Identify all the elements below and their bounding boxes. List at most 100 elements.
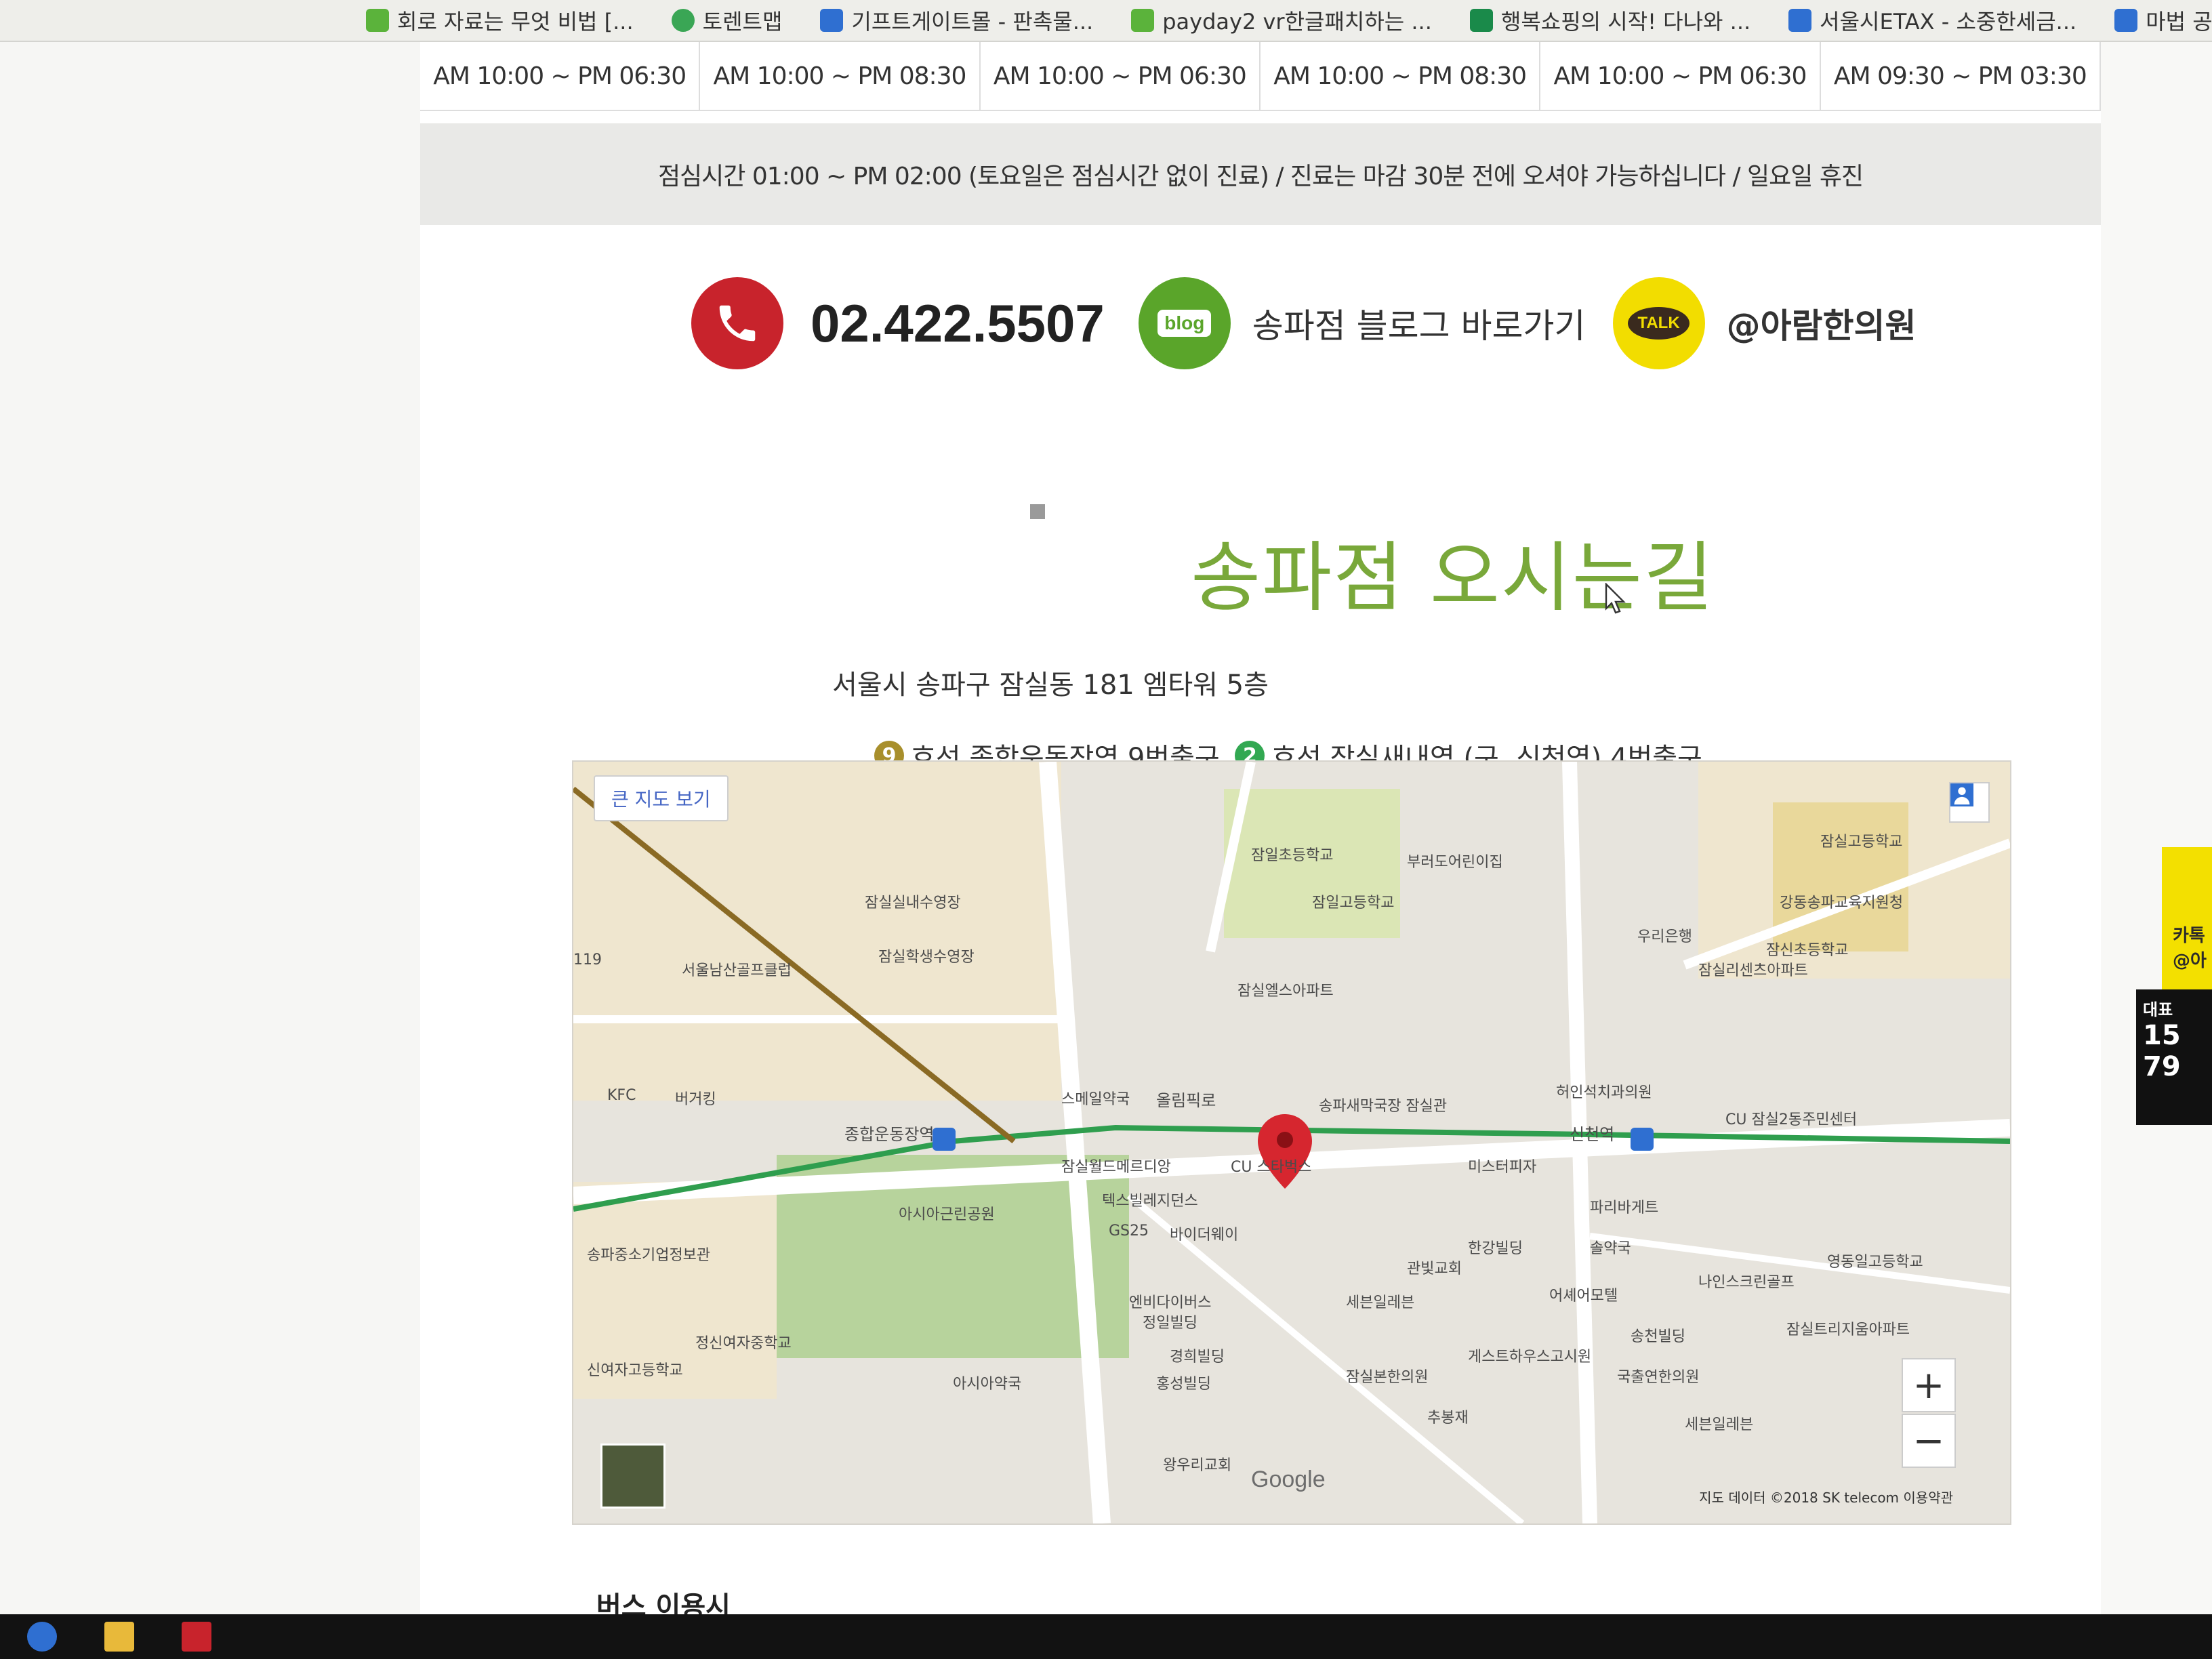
map-label: 잠실실내수영장 — [865, 895, 961, 912]
bookmark-item[interactable]: 회로 자료는 무엇 비법 [... — [366, 5, 634, 36]
map-label: 신천역 — [1570, 1125, 1615, 1144]
zoom-out-button[interactable]: − — [1902, 1414, 1956, 1468]
bookmark-item[interactable]: payday2 vr한글패치하는 ... — [1131, 5, 1432, 36]
map-label: 잠실본한의원 — [1346, 1369, 1429, 1386]
map-label: 경희빌딩 — [1170, 1349, 1225, 1366]
file-explorer-icon[interactable] — [104, 1622, 134, 1652]
map-label: 아시아근린공원 — [899, 1206, 995, 1223]
windows-taskbar — [0, 1614, 2212, 1659]
bookmark-icon — [366, 9, 389, 32]
hours-cell: AM 10:00 ~ PM 06:30 — [1540, 42, 1821, 110]
bookmarks-bar: 회로 자료는 무엇 비법 [... 토렌트맵 기프트게이트몰 - 판촉물... … — [0, 0, 2212, 42]
hours-cell: AM 10:00 ~ PM 06:30 — [981, 42, 1261, 110]
map-label: 119 — [573, 951, 602, 968]
map-label: 왕우리교회 — [1163, 1457, 1232, 1474]
page-left-margin — [0, 42, 420, 1614]
map-label: 한강빌딩 — [1468, 1240, 1523, 1257]
map-label: 잠일초등학교 — [1251, 847, 1334, 864]
bookmark-icon — [671, 9, 695, 32]
bookmark-label: 기프트게이트몰 - 판촉물... — [851, 9, 1094, 35]
bookmark-label: 마법 공 — [2146, 9, 2212, 35]
kakao-side-widget[interactable]: 카톡 @아 — [2162, 847, 2212, 989]
bookmark-item[interactable]: 서울시ETAX - 소중한세금... — [1788, 5, 2076, 36]
talk-badge: TALK — [1628, 307, 1689, 340]
app-taskbar-icon[interactable] — [182, 1622, 211, 1652]
bookmark-item[interactable]: 토렌트맵 — [671, 5, 783, 36]
blog-badge: blog — [1158, 310, 1212, 337]
google-map[interactable]: 큰 지도 보기 + − Google 지도 데이터 ©2018 SK telec… — [572, 760, 2011, 1525]
map-label: 허인석치과의원 — [1556, 1084, 1652, 1101]
hours-cell: AM 10:00 ~ PM 08:30 — [1261, 42, 1541, 110]
streetview-person-icon[interactable] — [1949, 782, 1990, 823]
phone-number[interactable]: 02.422.5507 — [811, 293, 1105, 354]
ie-icon — [1788, 9, 1812, 32]
bookmark-label: 토렌트맵 — [702, 9, 783, 35]
map-label: 잠실리센츠아파트 — [1698, 962, 1808, 979]
phone-side-widget[interactable]: 대표 15 79 — [2136, 989, 2212, 1125]
map-label: 텍스빌레지던스 — [1102, 1193, 1198, 1210]
bookmark-item[interactable]: 기프트게이트몰 - 판촉물... — [820, 5, 1093, 36]
bookmark-item[interactable]: 행복쇼핑의 시작! 다나와 ... — [1469, 5, 1750, 36]
map-label: CU 잠실2동주민센터 — [1725, 1111, 1858, 1128]
address-text: 서울시 송파구 잠실동 181 엠타워 5층 — [832, 670, 1269, 701]
map-label: 잠실월드메르디앙 — [1061, 1159, 1171, 1176]
map-label: 홍성빌딩 — [1156, 1376, 1211, 1393]
kakaotalk-icon[interactable]: TALK — [1612, 277, 1705, 369]
map-label: KFC — [607, 1087, 636, 1104]
map-label: 나인스크린골프 — [1698, 1274, 1795, 1291]
mouse-cursor-icon — [1605, 583, 1626, 614]
bookmark-item[interactable]: 마법 공 — [2114, 5, 2212, 36]
hours-cell: AM 10:00 ~ PM 08:30 — [700, 42, 981, 110]
map-label: 신여자고등학교 — [587, 1362, 683, 1379]
zoom-in-button[interactable]: + — [1902, 1358, 1956, 1412]
map-label: 파리바게트 — [1590, 1200, 1659, 1216]
kakao-id[interactable]: @아람한의원 — [1727, 299, 1917, 348]
map-label: 우리은행 — [1637, 928, 1692, 945]
side-line1: 카톡 — [2173, 926, 2205, 946]
lunch-notice: 점심시간 01:00 ~ PM 02:00 (토요일은 점심시간 없이 진료) … — [420, 123, 2101, 225]
map-label: 아시아약국 — [953, 1376, 1022, 1393]
hours-cell: AM 09:30 ~ PM 03:30 — [1821, 42, 2101, 110]
bookmark-icon — [1469, 9, 1493, 32]
map-label: 정신여자중학교 — [695, 1335, 792, 1352]
map-label: 솔약국 — [1590, 1240, 1631, 1257]
phone-icon[interactable] — [691, 277, 783, 369]
map-label: 종합운동장역 — [844, 1125, 935, 1144]
map-label: 세븐일레븐 — [1346, 1294, 1415, 1311]
map-label: 스메일약국 — [1061, 1091, 1130, 1108]
map-label: 송파새막국장 잠실관 — [1319, 1098, 1448, 1115]
map-label: 버거킹 — [675, 1091, 716, 1108]
contact-row: 02.422.5507 blog 송파점 블로그 바로가기 TALK @아람한의… — [691, 272, 2047, 374]
map-label: 게스트하우스고시원 — [1468, 1349, 1592, 1366]
map-label: 강동송파교육지원청 — [1780, 895, 1904, 912]
bookmark-label: 서울시ETAX - 소중한세금... — [1820, 9, 2077, 35]
map-label: 잠실학생수영장 — [878, 949, 975, 966]
map-label: 관빛교회 — [1407, 1261, 1462, 1277]
map-label: 올림픽로 — [1156, 1091, 1216, 1110]
map-label: 송천빌딩 — [1631, 1328, 1685, 1345]
map-label: 정일빌딩 — [1143, 1315, 1197, 1332]
map-label: 추봉재 — [1427, 1410, 1469, 1427]
map-label: 엔비다이버스 — [1129, 1294, 1212, 1311]
map-label: 미스터피자 — [1468, 1159, 1537, 1176]
map-label: CU 스타벅스 — [1231, 1159, 1312, 1176]
ie-taskbar-icon[interactable] — [27, 1622, 57, 1652]
satellite-toggle[interactable] — [600, 1443, 665, 1509]
map-label: 잠실트리지움아파트 — [1786, 1322, 1910, 1338]
map-credit[interactable]: 지도 데이터 ©2018 SK telecom 이용약관 — [1699, 1487, 1953, 1507]
page-title: 송파점 오시는길 — [1191, 534, 1715, 622]
map-label: 부러도어린이집 — [1407, 854, 1503, 871]
side-line4: 15 — [2143, 1020, 2181, 1051]
blog-link[interactable]: 송파점 블로그 바로가기 — [1252, 299, 1586, 348]
hours-cell: AM 10:00 ~ PM 06:30 — [420, 42, 701, 110]
map-label: 바이더웨이 — [1170, 1227, 1239, 1244]
map-label: 잠실고등학교 — [1820, 834, 1903, 851]
map-label: 어셰어모텔 — [1549, 1288, 1618, 1305]
ie-icon — [820, 9, 844, 32]
ie-icon — [2114, 9, 2138, 32]
map-label: 송파중소기업정보관 — [587, 1247, 711, 1264]
blog-icon[interactable]: blog — [1138, 277, 1231, 369]
map-label: 세븐일레븐 — [1685, 1416, 1754, 1433]
big-map-button[interactable]: 큰 지도 보기 — [594, 775, 729, 821]
map-label: 잠신초등학교 — [1766, 942, 1849, 959]
